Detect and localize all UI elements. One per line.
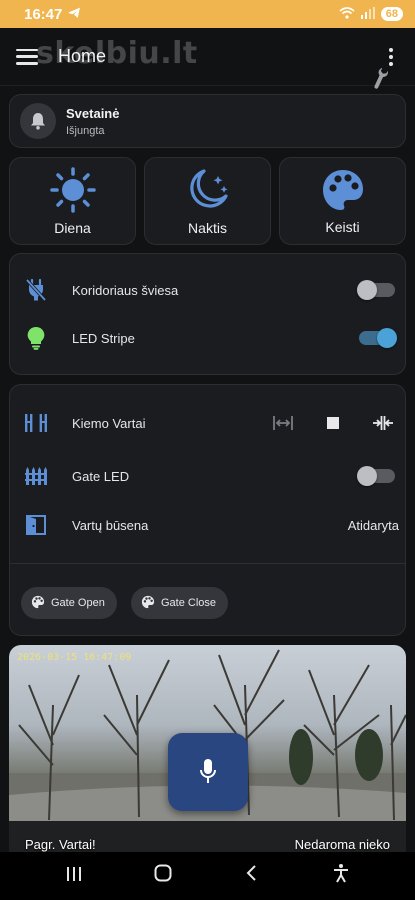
menu-icon[interactable]: [16, 48, 38, 65]
lightbulb-icon: [20, 326, 52, 350]
corridor-light-toggle[interactable]: [357, 280, 395, 300]
scene-button-naktis[interactable]: Naktis: [144, 157, 271, 245]
gate-label: Kiemo Vartai: [72, 415, 146, 431]
app-bar: Home skelbiu.lt: [0, 28, 415, 89]
gate-close-button[interactable]: Gate Close: [131, 587, 229, 619]
alarm-card[interactable]: Svetainė Išjungta: [9, 94, 406, 148]
gate-row-kiemo-vartai: Kiemo Vartai: [20, 412, 395, 434]
camera-feed[interactable]: 2026-03-15 16:47:09 Pagr. Vartai! Nedaro…: [9, 645, 406, 855]
light-label: Koridoriaus šviesa: [72, 282, 179, 298]
camera-caption-right: Nedaroma nieko: [294, 837, 390, 852]
camera-caption-left: Pagr. Vartai!: [25, 837, 96, 852]
fence-icon: [20, 466, 52, 486]
back-icon[interactable]: [232, 864, 272, 888]
gate-row-gate-led: Gate LED: [20, 466, 395, 486]
more-options-icon[interactable]: [383, 47, 399, 66]
status-time: 16:47: [24, 5, 63, 23]
watermark-logo: skelbiu.lt: [36, 36, 198, 71]
palette-icon: [320, 167, 366, 213]
bell-icon: [20, 103, 56, 139]
signal-icon: [360, 6, 375, 22]
scene-button-keisti[interactable]: Keisti: [279, 157, 406, 245]
gate-state-value: Atidaryta: [347, 517, 399, 533]
chip-label: Gate Open: [51, 597, 105, 609]
moon-stars-icon: [184, 166, 232, 214]
light-label: LED Stripe: [72, 330, 135, 346]
divider: [9, 563, 406, 564]
accessibility-icon[interactable]: [321, 863, 361, 889]
status-icons: 68: [339, 6, 403, 22]
microphone-button[interactable]: [168, 733, 248, 811]
led-stripe-toggle[interactable]: [359, 328, 397, 348]
door-open-icon: [20, 514, 52, 536]
plug-off-icon: [20, 278, 52, 302]
gate-open-arrows-icon[interactable]: [271, 415, 295, 431]
recent-apps-icon[interactable]: [54, 865, 94, 888]
gate-controls: [271, 415, 395, 431]
scene-label: Naktis: [188, 220, 227, 236]
system-nav-bar: [0, 852, 415, 900]
lights-card: [9, 253, 406, 375]
alarm-name: Svetainė: [66, 105, 120, 121]
microphone-icon: [200, 759, 216, 783]
scene-label: Keisti: [325, 219, 360, 235]
wifi-icon: [339, 6, 355, 22]
palette-icon: [141, 595, 155, 612]
status-bar: 16:47 68: [0, 0, 415, 28]
gate-stop-icon[interactable]: [321, 416, 345, 430]
gate-open-button[interactable]: Gate Open: [21, 587, 117, 619]
sun-icon: [49, 166, 97, 214]
telegram-icon: [68, 7, 81, 22]
camera-timestamp: 2026-03-15 16:47:09: [17, 652, 132, 663]
scene-button-diena[interactable]: Diena: [9, 157, 136, 245]
battery-badge: 68: [380, 7, 403, 21]
gate-icon: [20, 412, 52, 434]
light-row-led-stripe: LED Stripe: [20, 326, 397, 350]
scene-label: Diena: [54, 220, 91, 236]
gate-state-label: Vartų būsena: [72, 517, 149, 533]
alarm-state: Išjungta: [66, 124, 105, 137]
palette-icon: [31, 595, 45, 612]
gate-row-status: Vartų būsena Atidaryta: [20, 514, 399, 536]
gate-led-label: Gate LED: [72, 468, 130, 484]
gate-close-arrows-icon[interactable]: [371, 415, 395, 431]
gate-led-toggle[interactable]: [357, 466, 395, 486]
home-icon[interactable]: [143, 864, 183, 888]
chip-label: Gate Close: [161, 597, 217, 609]
light-row-corridor: Koridoriaus šviesa: [20, 278, 395, 302]
